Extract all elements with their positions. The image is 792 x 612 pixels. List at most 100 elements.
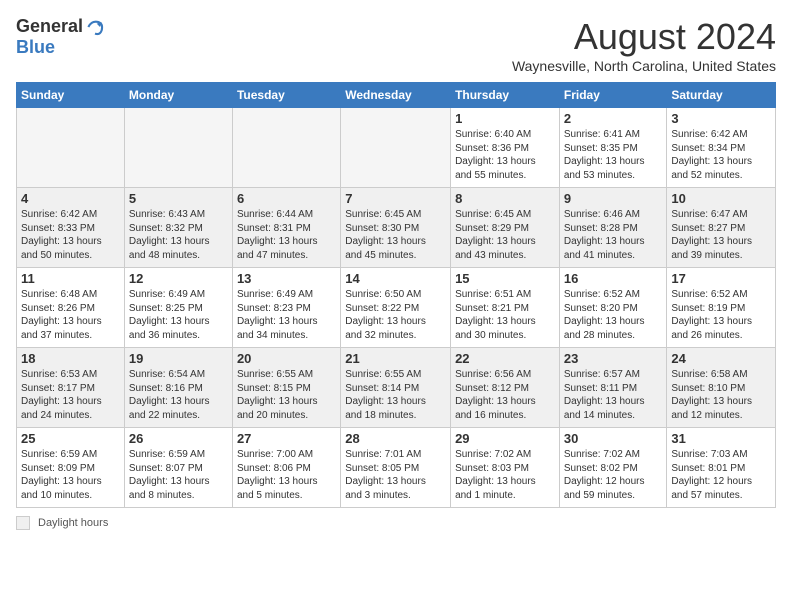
calendar-day-cell: 5Sunrise: 6:43 AM Sunset: 8:32 PM Daylig… bbox=[124, 188, 232, 268]
calendar-day-cell: 3Sunrise: 6:42 AM Sunset: 8:34 PM Daylig… bbox=[667, 108, 776, 188]
day-info: Sunrise: 7:00 AM Sunset: 8:06 PM Dayligh… bbox=[237, 448, 336, 502]
day-info: Sunrise: 6:52 AM Sunset: 8:19 PM Dayligh… bbox=[671, 288, 771, 342]
calendar-day-cell: 1 Sunrise: 6:40 AM Sunset: 8:36 PM Daylig… bbox=[451, 108, 560, 188]
daylight-box bbox=[16, 516, 30, 530]
day-info: Sunrise: 7:03 AM Sunset: 8:01 PM Dayligh… bbox=[671, 448, 771, 502]
day-number: 17 bbox=[671, 271, 771, 286]
daylight-label: Daylight hours bbox=[38, 517, 108, 529]
day-info: Sunrise: 6:42 AM Sunset: 8:33 PM Dayligh… bbox=[21, 208, 120, 262]
day-number: 16 bbox=[564, 271, 663, 286]
day-info: Sunrise: 6:45 AM Sunset: 8:29 PM Dayligh… bbox=[455, 208, 555, 262]
day-number: 20 bbox=[237, 351, 336, 366]
calendar-day-cell: 31 Sunrise: 7:03 AM Sunset: 8:01 PM Dayli… bbox=[667, 428, 776, 508]
day-info: Sunrise: 6:59 AM Sunset: 8:09 PM Dayligh… bbox=[21, 448, 120, 502]
calendar-day-cell: 27 Sunrise: 7:00 AM Sunset: 8:06 PM Dayli… bbox=[232, 428, 340, 508]
day-info: Sunrise: 7:01 AM Sunset: 8:05 PM Dayligh… bbox=[345, 448, 446, 502]
calendar-day-header: Thursday bbox=[451, 83, 560, 108]
logo-general-text: General bbox=[16, 16, 83, 37]
calendar-day-cell: 10 Sunrise: 6:47 AM Sunset: 8:27 PM Dayli… bbox=[667, 188, 776, 268]
calendar-day-cell: 23 Sunrise: 6:57 AM Sunset: 8:11 PM Dayli… bbox=[559, 348, 667, 428]
day-number: 19 bbox=[129, 351, 228, 366]
calendar-day-cell: 19Sunrise: 6:54 AM Sunset: 8:16 PM Dayli… bbox=[124, 348, 232, 428]
day-number: 2 bbox=[564, 111, 663, 126]
day-number: 12 bbox=[129, 271, 228, 286]
calendar-day-cell: 29 Sunrise: 7:02 AM Sunset: 8:03 PM Dayli… bbox=[451, 428, 560, 508]
day-number: 13 bbox=[237, 271, 336, 286]
day-info: Sunrise: 6:51 AM Sunset: 8:21 PM Dayligh… bbox=[455, 288, 555, 342]
day-number: 28 bbox=[345, 431, 446, 446]
day-number: 30 bbox=[564, 431, 663, 446]
day-number: 22 bbox=[455, 351, 555, 366]
day-number: 26 bbox=[129, 431, 228, 446]
calendar-day-cell: 25 Sunrise: 6:59 AM Sunset: 8:09 PM Dayli… bbox=[17, 428, 125, 508]
day-info: Sunrise: 6:55 AM Sunset: 8:14 PM Dayligh… bbox=[345, 368, 446, 422]
day-info: Sunrise: 7:02 AM Sunset: 8:02 PM Dayligh… bbox=[564, 448, 663, 502]
footer: Daylight hours bbox=[16, 516, 776, 530]
day-info: Sunrise: 6:56 AM Sunset: 8:12 PM Dayligh… bbox=[455, 368, 555, 422]
day-info: Sunrise: 6:50 AM Sunset: 8:22 PM Dayligh… bbox=[345, 288, 446, 342]
location: Waynesville, North Carolina, United Stat… bbox=[512, 58, 776, 74]
day-info: Sunrise: 6:41 AM Sunset: 8:35 PM Dayligh… bbox=[564, 128, 663, 182]
day-number: 25 bbox=[21, 431, 120, 446]
calendar-week-row: 11Sunrise: 6:48 AM Sunset: 8:26 PM Dayli… bbox=[17, 268, 776, 348]
calendar-week-row: 1 Sunrise: 6:40 AM Sunset: 8:36 PM Daylig… bbox=[17, 108, 776, 188]
day-info: Sunrise: 6:53 AM Sunset: 8:17 PM Dayligh… bbox=[21, 368, 120, 422]
calendar-day-cell: 22 Sunrise: 6:56 AM Sunset: 8:12 PM Dayli… bbox=[451, 348, 560, 428]
day-number: 27 bbox=[237, 431, 336, 446]
day-number: 29 bbox=[455, 431, 555, 446]
calendar-week-row: 4 Sunrise: 6:42 AM Sunset: 8:33 PM Daylig… bbox=[17, 188, 776, 268]
day-number: 4 bbox=[21, 191, 120, 206]
day-number: 1 bbox=[455, 111, 555, 126]
day-info: Sunrise: 7:02 AM Sunset: 8:03 PM Dayligh… bbox=[455, 448, 555, 502]
calendar-day-cell: 20 Sunrise: 6:55 AM Sunset: 8:15 PM Dayli… bbox=[232, 348, 340, 428]
day-info: Sunrise: 6:52 AM Sunset: 8:20 PM Dayligh… bbox=[564, 288, 663, 342]
calendar-day-header: Saturday bbox=[667, 83, 776, 108]
day-info: Sunrise: 6:42 AM Sunset: 8:34 PM Dayligh… bbox=[671, 128, 771, 182]
calendar-day-cell bbox=[124, 108, 232, 188]
day-number: 6 bbox=[237, 191, 336, 206]
calendar-day-header: Tuesday bbox=[232, 83, 340, 108]
logo-icon bbox=[85, 17, 105, 37]
calendar-day-cell: 9 Sunrise: 6:46 AM Sunset: 8:28 PM Daylig… bbox=[559, 188, 667, 268]
day-info: Sunrise: 6:49 AM Sunset: 8:23 PM Dayligh… bbox=[237, 288, 336, 342]
calendar-day-cell: 8 Sunrise: 6:45 AM Sunset: 8:29 PM Daylig… bbox=[451, 188, 560, 268]
day-number: 9 bbox=[564, 191, 663, 206]
logo: General Blue bbox=[16, 16, 105, 58]
day-number: 23 bbox=[564, 351, 663, 366]
calendar-day-cell: 2 Sunrise: 6:41 AM Sunset: 8:35 PM Daylig… bbox=[559, 108, 667, 188]
calendar-day-cell: 24Sunrise: 6:58 AM Sunset: 8:10 PM Dayli… bbox=[667, 348, 776, 428]
day-number: 10 bbox=[671, 191, 771, 206]
calendar-day-cell bbox=[17, 108, 125, 188]
calendar-table: SundayMondayTuesdayWednesdayThursdayFrid… bbox=[16, 82, 776, 508]
month-title: August 2024 bbox=[512, 16, 776, 58]
page-header: General Blue August 2024 Waynesville, No… bbox=[16, 16, 776, 74]
day-number: 7 bbox=[345, 191, 446, 206]
calendar-day-cell: 28 Sunrise: 7:01 AM Sunset: 8:05 PM Dayli… bbox=[341, 428, 451, 508]
calendar-day-cell: 16 Sunrise: 6:52 AM Sunset: 8:20 PM Dayli… bbox=[559, 268, 667, 348]
day-info: Sunrise: 6:59 AM Sunset: 8:07 PM Dayligh… bbox=[129, 448, 228, 502]
title-area: August 2024 Waynesville, North Carolina,… bbox=[512, 16, 776, 74]
day-info: Sunrise: 6:40 AM Sunset: 8:36 PM Dayligh… bbox=[455, 128, 555, 182]
day-info: Sunrise: 6:46 AM Sunset: 8:28 PM Dayligh… bbox=[564, 208, 663, 262]
day-number: 31 bbox=[671, 431, 771, 446]
calendar-week-row: 25 Sunrise: 6:59 AM Sunset: 8:09 PM Dayli… bbox=[17, 428, 776, 508]
calendar-day-cell: 7 Sunrise: 6:45 AM Sunset: 8:30 PM Daylig… bbox=[341, 188, 451, 268]
day-number: 8 bbox=[455, 191, 555, 206]
calendar-day-header: Wednesday bbox=[341, 83, 451, 108]
calendar-day-cell: 26 Sunrise: 6:59 AM Sunset: 8:07 PM Dayli… bbox=[124, 428, 232, 508]
calendar-day-cell bbox=[341, 108, 451, 188]
day-number: 18 bbox=[21, 351, 120, 366]
calendar-day-cell: 4 Sunrise: 6:42 AM Sunset: 8:33 PM Daylig… bbox=[17, 188, 125, 268]
day-number: 5 bbox=[129, 191, 228, 206]
day-info: Sunrise: 6:58 AM Sunset: 8:10 PM Dayligh… bbox=[671, 368, 771, 422]
day-info: Sunrise: 6:48 AM Sunset: 8:26 PM Dayligh… bbox=[21, 288, 120, 342]
calendar-day-cell: 21Sunrise: 6:55 AM Sunset: 8:14 PM Dayli… bbox=[341, 348, 451, 428]
calendar-day-cell: 13 Sunrise: 6:49 AM Sunset: 8:23 PM Dayli… bbox=[232, 268, 340, 348]
day-info: Sunrise: 6:44 AM Sunset: 8:31 PM Dayligh… bbox=[237, 208, 336, 262]
day-info: Sunrise: 6:57 AM Sunset: 8:11 PM Dayligh… bbox=[564, 368, 663, 422]
day-number: 14 bbox=[345, 271, 446, 286]
calendar-day-cell: 17 Sunrise: 6:52 AM Sunset: 8:19 PM Dayli… bbox=[667, 268, 776, 348]
day-info: Sunrise: 6:47 AM Sunset: 8:27 PM Dayligh… bbox=[671, 208, 771, 262]
day-info: Sunrise: 6:45 AM Sunset: 8:30 PM Dayligh… bbox=[345, 208, 446, 262]
day-info: Sunrise: 6:55 AM Sunset: 8:15 PM Dayligh… bbox=[237, 368, 336, 422]
